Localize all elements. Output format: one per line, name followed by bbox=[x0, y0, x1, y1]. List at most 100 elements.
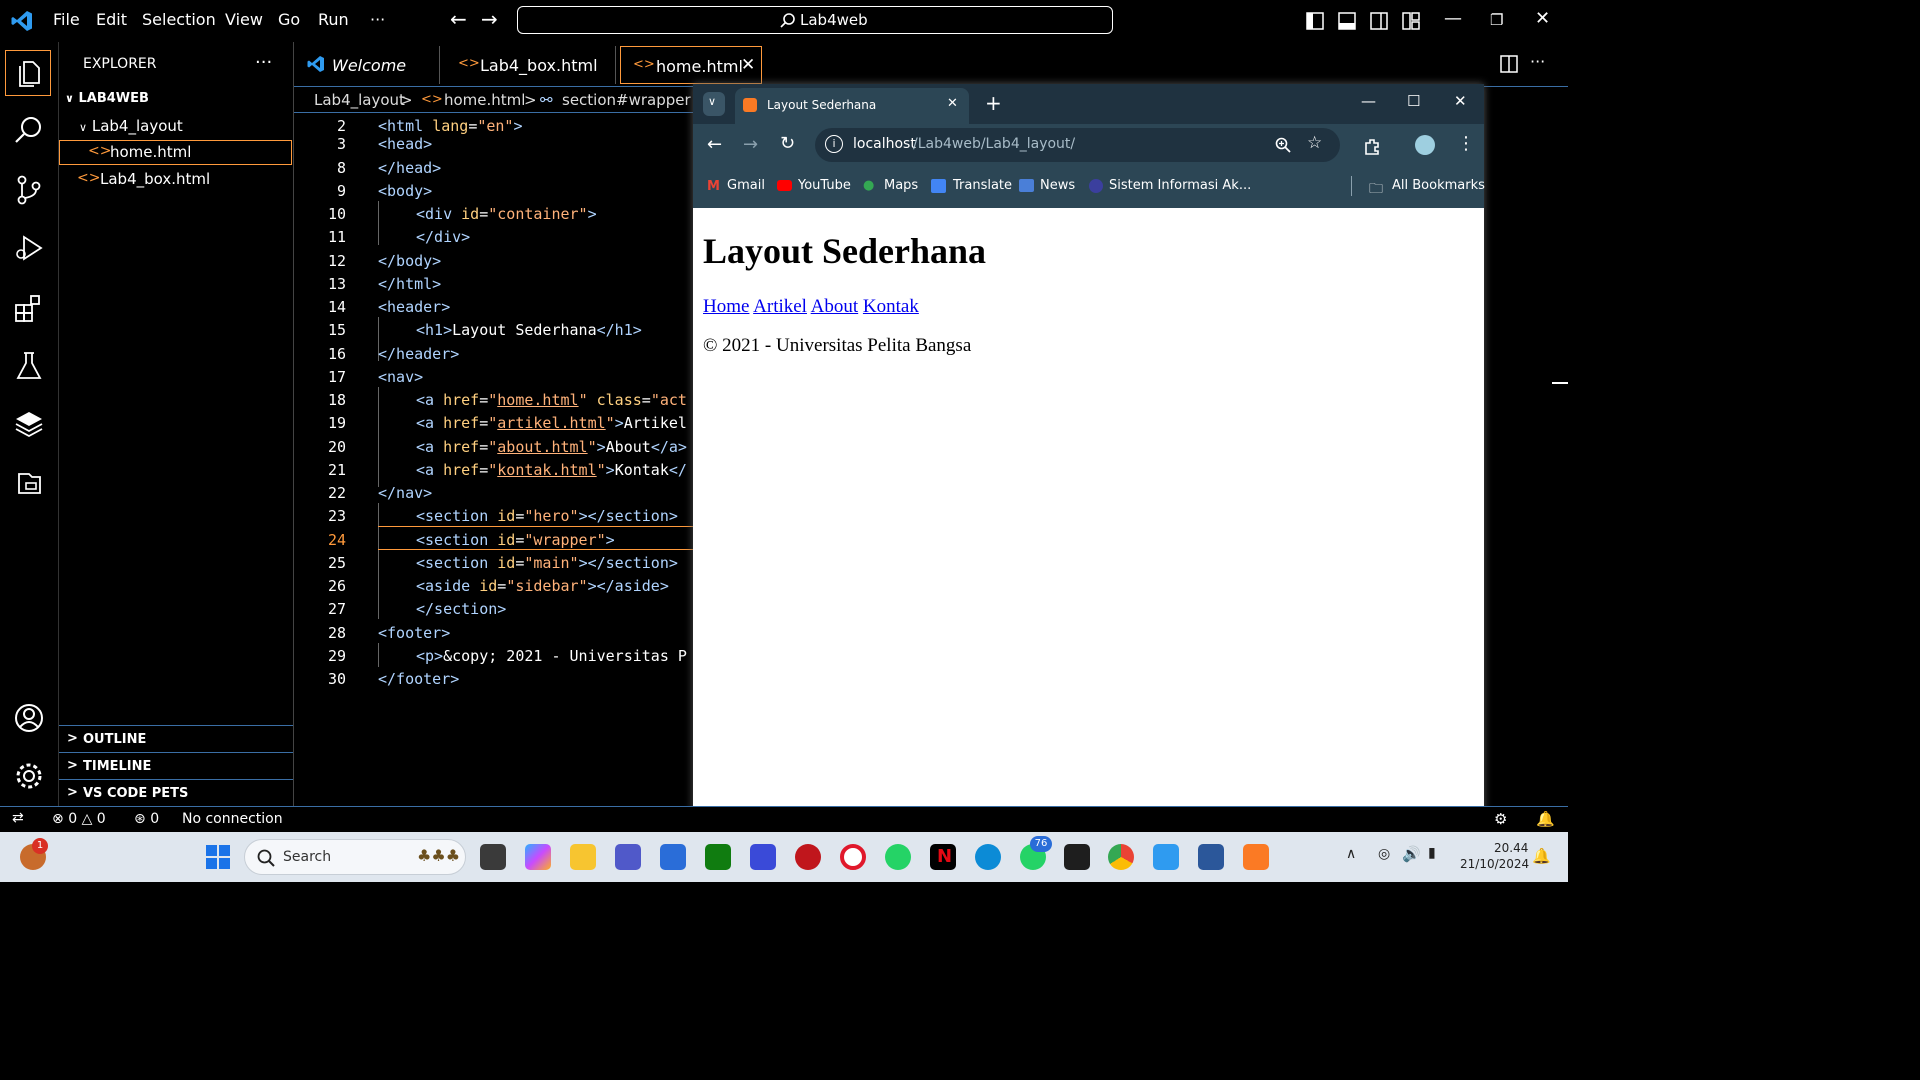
forward-arrow-icon[interactable]: → bbox=[743, 134, 758, 155]
menu-file[interactable]: File bbox=[53, 10, 80, 29]
file-item-lab4-box-html[interactable]: <> Lab4_box.html bbox=[59, 168, 292, 193]
explorer-more-button[interactable]: ··· bbox=[255, 52, 272, 73]
xbox-icon[interactable] bbox=[705, 844, 731, 870]
taskbar-search-box[interactable]: Search ♣♣♣ bbox=[244, 839, 466, 875]
microsoft-store-icon[interactable] bbox=[660, 844, 686, 870]
file-item-home-html[interactable]: <> home.html bbox=[59, 140, 292, 165]
reload-icon[interactable]: ↻ bbox=[780, 133, 795, 154]
source-control-icon[interactable] bbox=[13, 174, 45, 206]
xampp-icon[interactable] bbox=[1243, 844, 1269, 870]
netflix-icon[interactable]: N bbox=[930, 844, 956, 870]
customize-layout-icon[interactable] bbox=[1402, 12, 1420, 30]
editor-more-actions-icon[interactable]: ··· bbox=[1530, 52, 1545, 71]
new-tab-icon[interactable]: + bbox=[985, 91, 1002, 115]
menu-view[interactable]: View bbox=[225, 10, 263, 29]
tab-search-button[interactable]: ∨ bbox=[703, 92, 725, 116]
back-arrow-icon[interactable]: ← bbox=[707, 134, 722, 155]
whatsapp-icon[interactable]: 76 bbox=[1020, 836, 1052, 870]
tab-home-html[interactable]: <> home.html ✕ bbox=[620, 46, 762, 84]
widgets-icon[interactable]: 1 bbox=[20, 838, 48, 870]
tab-welcome[interactable]: Welcome bbox=[294, 46, 440, 84]
clock-time[interactable]: 20.44 bbox=[1494, 841, 1528, 855]
forward-arrow-icon[interactable]: → bbox=[481, 7, 498, 31]
whatsapp-web-icon[interactable] bbox=[885, 844, 911, 870]
minimize-icon[interactable]: — bbox=[1444, 8, 1462, 29]
toggle-primary-sidebar-icon[interactable] bbox=[1306, 12, 1324, 30]
chevron-up-icon[interactable]: ∧ bbox=[1346, 846, 1356, 862]
toggle-panel-icon[interactable] bbox=[1338, 12, 1356, 30]
vscode-pets-section[interactable]: > VS CODE PETS bbox=[59, 779, 293, 806]
workspace-root[interactable]: ∨ LAB4WEB bbox=[65, 91, 149, 106]
teams-icon[interactable] bbox=[615, 844, 641, 870]
nav-link-kontak[interactable]: Kontak bbox=[863, 296, 919, 317]
notifications-bell-icon[interactable]: 🔔 bbox=[1536, 810, 1555, 828]
vscode-icon[interactable] bbox=[1153, 844, 1179, 870]
minimap[interactable] bbox=[1484, 112, 1568, 806]
battery-icon[interactable]: ▮ bbox=[1428, 845, 1436, 861]
menu-selection[interactable]: Selection bbox=[142, 10, 216, 29]
connection-status[interactable]: No connection bbox=[182, 811, 283, 827]
back-arrow-icon[interactable]: ← bbox=[450, 7, 467, 31]
word-icon[interactable] bbox=[1198, 844, 1224, 870]
opera-icon[interactable] bbox=[840, 844, 866, 870]
ports-indicator[interactable]: ⊛ 0 bbox=[134, 811, 159, 827]
wifi-icon[interactable]: ◎ bbox=[1378, 846, 1390, 862]
close-window-icon[interactable]: ✕ bbox=[1535, 8, 1550, 29]
bookmark-star-icon[interactable]: ☆ bbox=[1307, 133, 1322, 153]
accounts-icon[interactable] bbox=[13, 702, 45, 734]
task-view-icon[interactable] bbox=[480, 844, 506, 870]
minimize-icon[interactable]: — bbox=[1361, 92, 1376, 110]
figma-icon[interactable] bbox=[1064, 844, 1090, 870]
folder-lab4-layout[interactable]: ∨ Lab4_layout bbox=[79, 117, 183, 135]
breadcrumb-symbol[interactable]: section#wrapper bbox=[562, 91, 691, 109]
code-editor[interactable]: 2 3 8 9 10 11 12 13 14 15 16 17 18 19 20… bbox=[294, 112, 694, 807]
remote-indicator-icon[interactable]: ⇄ bbox=[12, 810, 24, 826]
feedback-icon[interactable]: ⚙ bbox=[1494, 810, 1507, 828]
menu-edit[interactable]: Edit bbox=[96, 10, 127, 29]
browser-tab-active[interactable]: Layout Sederhana ✕ bbox=[735, 88, 969, 124]
menu-run[interactable]: Run bbox=[318, 10, 349, 29]
volume-icon[interactable]: 🔊 bbox=[1402, 845, 1421, 863]
maximize-icon[interactable]: ☐ bbox=[1407, 92, 1420, 110]
zoom-icon[interactable] bbox=[1275, 137, 1291, 153]
extensions-icon[interactable] bbox=[13, 292, 45, 324]
address-bar[interactable]: i localhost /Lab4web/Lab4_layout/ ☆ bbox=[815, 128, 1340, 162]
file-explorer-icon[interactable] bbox=[570, 844, 596, 870]
tab-lab4-box-html[interactable]: <> Lab4_box.html bbox=[440, 46, 616, 84]
breadcrumb-file[interactable]: home.html bbox=[444, 91, 525, 109]
settings-gear-icon[interactable] bbox=[13, 760, 45, 792]
chrome-icon[interactable] bbox=[1108, 844, 1134, 870]
start-windows-icon[interactable] bbox=[206, 845, 230, 869]
run-debug-icon[interactable] bbox=[13, 232, 45, 264]
copilot-icon[interactable] bbox=[525, 844, 551, 870]
profile-avatar[interactable] bbox=[1415, 135, 1435, 155]
breadcrumb-folder[interactable]: Lab4_layout bbox=[314, 91, 405, 109]
app-icon[interactable] bbox=[750, 844, 776, 870]
nav-link-about[interactable]: About bbox=[811, 296, 859, 317]
menu-go[interactable]: Go bbox=[278, 10, 300, 29]
close-tab-icon[interactable]: ✕ bbox=[947, 96, 958, 111]
browser-menu-icon[interactable]: ⋮ bbox=[1457, 133, 1475, 154]
nav-link-artikel[interactable]: Artikel bbox=[753, 296, 807, 317]
timeline-section[interactable]: > TIMELINE bbox=[59, 752, 293, 779]
explorer-activity-button[interactable] bbox=[5, 50, 51, 96]
clock-date[interactable]: 21/10/2024 bbox=[1460, 857, 1529, 871]
layers-icon[interactable] bbox=[13, 408, 45, 440]
toggle-secondary-sidebar-icon[interactable] bbox=[1370, 12, 1388, 30]
notifications-bell-icon[interactable]: 🔔 bbox=[1532, 847, 1551, 865]
game-app-icon[interactable] bbox=[795, 844, 821, 870]
testing-icon[interactable] bbox=[13, 350, 45, 382]
command-center[interactable]: Lab4web bbox=[517, 6, 1113, 34]
split-editor-icon[interactable] bbox=[1500, 55, 1518, 73]
menu-more[interactable]: ··· bbox=[370, 10, 385, 29]
nav-link-home[interactable]: Home bbox=[703, 296, 749, 317]
remote-explorer-icon[interactable] bbox=[13, 466, 45, 498]
outline-section[interactable]: > OUTLINE bbox=[59, 725, 293, 752]
problems-indicator[interactable]: ⊗ 0 △ 0 bbox=[52, 811, 106, 827]
close-tab-icon[interactable]: ✕ bbox=[741, 55, 755, 75]
close-window-icon[interactable]: ✕ bbox=[1454, 92, 1467, 110]
extensions-icon[interactable] bbox=[1363, 137, 1381, 155]
site-info-icon[interactable]: i bbox=[825, 135, 843, 153]
search-icon[interactable] bbox=[13, 114, 45, 146]
edge-icon[interactable] bbox=[975, 844, 1001, 870]
